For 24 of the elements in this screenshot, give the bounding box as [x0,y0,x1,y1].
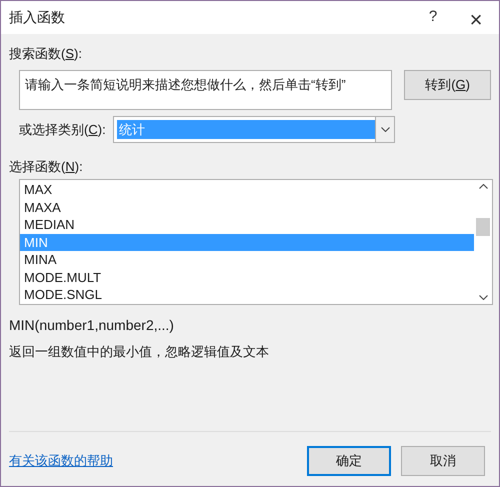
help-button[interactable]: ? [413,2,453,32]
chevron-down-icon[interactable] [478,295,488,300]
cancel-button[interactable]: 取消 [401,446,485,476]
scrollbar-thumb[interactable] [476,218,490,236]
ok-button[interactable]: 确定 [307,446,391,476]
search-field[interactable]: 请输入一条简短说明来描述您想做什么，然后单击“转到” [19,70,392,110]
function-list-item[interactable]: MEDIAN [20,216,474,234]
category-value: 统计 [117,120,375,139]
chevron-up-icon[interactable] [478,184,488,189]
category-label: 或选择类别(C): [19,120,107,139]
function-list-item[interactable]: MODE.SNGL [20,286,474,304]
function-description: 返回一组数值中的最小值，忽略逻辑值及文本 [9,343,270,361]
search-label: 搜索函数(S): [9,45,83,62]
help-link[interactable]: 有关该函数的帮助 [9,451,307,471]
close-button[interactable]: × [453,2,499,32]
function-list-item[interactable]: MINA [20,251,474,268]
function-signature: MIN(number1,number2,...) [9,316,175,335]
window-title: 插入函数 [9,8,66,27]
go-button[interactable]: 转到(G) [404,70,491,100]
function-list-item[interactable]: MAX [20,181,474,198]
function-list-item[interactable]: MODE.MULT [20,268,474,286]
chevron-down-icon [380,127,390,132]
function-list-label: 选择函数(N): [9,158,84,175]
function-list-item[interactable]: MAXA [20,198,474,216]
